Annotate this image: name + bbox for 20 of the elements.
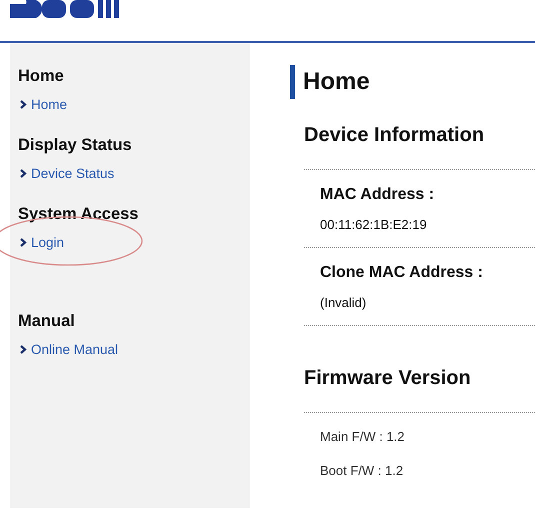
page-title: Home (290, 65, 535, 99)
sidebar-heading: Display Status (18, 135, 133, 156)
field-value: (Invalid) (320, 295, 368, 311)
chevron-icon (20, 345, 27, 354)
sidebar-link[interactable]: Device Status (20, 166, 114, 182)
sidebar-heading: Home (18, 66, 65, 87)
chevron-icon (20, 238, 27, 247)
section-heading: Device Information (304, 123, 486, 147)
sidebar-link[interactable]: Online Manual (20, 342, 118, 358)
field-label: MAC Address : (320, 185, 436, 205)
sidebar-heading: Manual (18, 311, 76, 332)
info-line: Main F/W : 1.2 (320, 428, 406, 446)
info-line: Boot F/W : 1.2 (320, 462, 404, 480)
section-heading: Firmware Version (304, 366, 472, 390)
sidebar-link[interactable]: Home (20, 97, 68, 113)
field-value: 00:11:62:1B:E2:19 (320, 217, 428, 233)
chevron-icon (20, 100, 27, 109)
field-label: Clone MAC Address : (320, 263, 484, 283)
chevron-icon (20, 169, 27, 178)
sidebar-link[interactable]: Login (20, 235, 64, 251)
